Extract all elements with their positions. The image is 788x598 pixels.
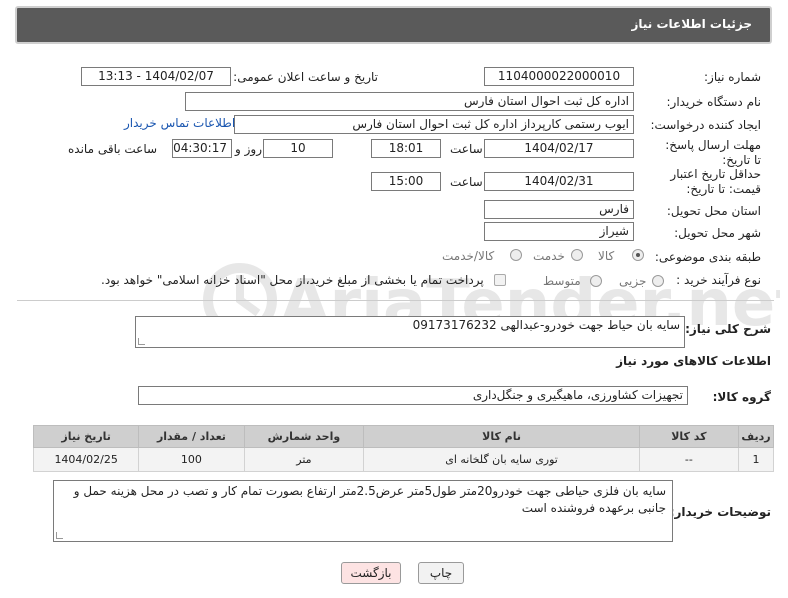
payment-note: پرداخت تمام یا بخشی از مبلغ خرید،از محل … [101, 273, 484, 287]
table-header-row: ردیف کد کالا نام کالا واحد شمارش تعداد /… [32, 425, 775, 448]
category-option-goods-service: کالا/خدمت [442, 249, 495, 263]
purchase-radio-medium[interactable] [590, 275, 602, 287]
requester-label: ایجاد کننده درخواست: [650, 118, 761, 132]
goods-info-heading: اطلاعات کالاهای مورد نیاز [616, 354, 771, 368]
divider [17, 300, 774, 301]
delivery-province-label: استان محل تحویل: [666, 204, 761, 218]
requester-field: ایوب رستمی کارپرداز اداره کل ثبت احوال ا… [234, 115, 634, 134]
buyer-notes-text: سایه بان فلزی حیاطی جهت خودرو20متر طول5م… [73, 484, 666, 515]
category-option-service: خدمت [533, 249, 565, 263]
reply-date-field: 1404/02/17 [484, 139, 634, 158]
purchase-radio-minor[interactable] [652, 275, 664, 287]
days-and-label: روز و [235, 142, 262, 156]
row-date-cell: 1404/02/25 [32, 447, 140, 472]
price-time-field: 15:00 [371, 172, 441, 191]
col-date-header: تاریخ نیاز [32, 425, 140, 448]
goods-group-label: گروه کالا: [712, 390, 771, 404]
remaining-time-field: 04:30:17 [172, 139, 232, 158]
delivery-city-label: شهر محل تحویل: [674, 226, 761, 240]
category-radio-goods[interactable] [632, 249, 644, 261]
buyer-org-label: نام دستگاه خریدار: [666, 95, 762, 109]
category-option-goods: کالا [598, 249, 615, 263]
page-title: جزئیات اطلاعات نیاز [631, 17, 752, 31]
row-code-cell: -- [638, 447, 739, 472]
row-name-cell: توری سایه بان گلخانه ای [363, 447, 640, 472]
goods-group-field: تجهیزات کشاورزی، ماهیگیری و جنگل‌داری [138, 386, 688, 405]
purchase-option-medium: متوسط [543, 274, 581, 288]
col-qty-header: تعداد / مقدار [138, 425, 245, 448]
row-qty-cell: 100 [138, 447, 245, 472]
col-code-header: کد کالا [638, 425, 739, 448]
need-number-label: شماره نیاز: [704, 70, 761, 84]
treasury-payment-checkbox[interactable] [494, 274, 506, 286]
col-unit-header: واحد شمارش [243, 425, 365, 448]
buyer-contact-link[interactable]: اطلاعات تماس خریدار [124, 116, 235, 130]
back-button[interactable]: بازگشت [341, 562, 401, 584]
goods-table: ردیف کد کالا نام کالا واحد شمارش تعداد /… [32, 425, 775, 472]
general-desc-label: شرح کلی نیاز: [685, 322, 771, 336]
col-name-header: نام کالا [363, 425, 640, 448]
col-row-header: ردیف [737, 425, 775, 448]
table-row[interactable]: 1 -- توری سایه بان گلخانه ای متر 100 140… [32, 447, 775, 472]
announce-datetime-field: 1404/02/07 - 13:13 [81, 67, 231, 86]
buyer-notes-field[interactable]: سایه بان فلزی حیاطی جهت خودرو20متر طول5م… [53, 480, 673, 542]
price-validity-label: حداقل تاریخ اعتبار قیمت: تا تاریخ: [670, 167, 761, 196]
reply-time-label: ساعت [450, 142, 483, 156]
price-time-label: ساعت [450, 175, 483, 189]
price-date-field: 1404/02/31 [484, 172, 634, 191]
time-remaining-label: ساعت باقی مانده [68, 142, 158, 156]
province-field: فارس [484, 200, 634, 219]
category-label: طبقه بندی موضوعی: [654, 250, 761, 264]
category-radio-service[interactable] [571, 249, 583, 261]
resize-handle[interactable] [138, 338, 145, 345]
reply-deadline-label: مهلت ارسال پاسخ: تا تاریخ: [665, 138, 761, 167]
purchase-option-minor: جزیی [619, 274, 647, 288]
need-number-field: 1104000022000010 [484, 67, 634, 86]
print-button[interactable]: چاپ [418, 562, 464, 584]
announce-datetime-label: تاریخ و ساعت اعلان عمومی: [233, 70, 378, 84]
row-index-cell: 1 [737, 447, 775, 472]
reply-time-field: 18:01 [371, 139, 441, 158]
page-header: جزئیات اطلاعات نیاز [15, 6, 772, 44]
general-desc-field[interactable]: سایه بان حیاط جهت خودرو-عبدالهی 09173176… [135, 316, 685, 348]
purchase-type-label: نوع فرآیند خرید : [676, 273, 761, 287]
city-field: شیراز [484, 222, 634, 241]
buyer-notes-label: توضیحات خریدار: [669, 505, 771, 519]
resize-handle[interactable] [56, 532, 63, 539]
general-desc-text: سایه بان حیاط جهت خودرو-عبدالهی 09173176… [412, 318, 680, 332]
category-radio-goods-service[interactable] [510, 249, 522, 261]
reply-days-field: 10 [263, 139, 333, 158]
buyer-org-field: اداره کل ثبت احوال استان فارس [185, 92, 634, 111]
row-unit-cell: متر [243, 447, 365, 472]
